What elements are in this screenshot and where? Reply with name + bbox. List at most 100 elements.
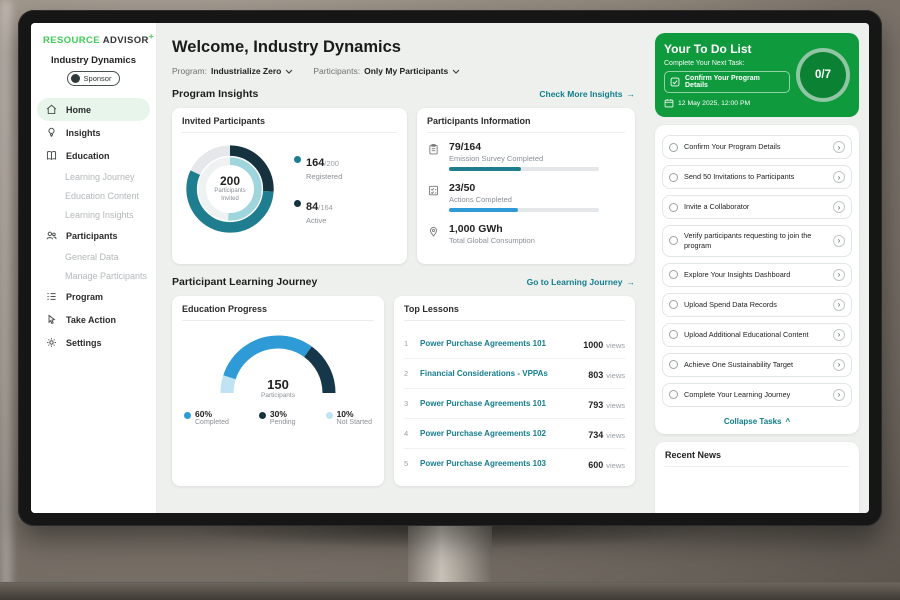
section-title-learning-journey: Participant Learning Journey	[172, 276, 317, 288]
todo-task[interactable]: Explore Your Insights Dashboard ›	[662, 263, 852, 287]
legend-dot-active	[294, 200, 301, 207]
progress-bar-fill	[449, 167, 521, 171]
sidebar-item-label: Learning Insights	[65, 210, 134, 220]
due-date: 12 May 2025, 12:00 PM	[678, 100, 750, 107]
chevron-right-icon[interactable]: ›	[833, 201, 845, 213]
sidebar-item-take-action[interactable]: Take Action	[31, 308, 156, 331]
todo-task[interactable]: Upload Spend Data Records ›	[662, 293, 852, 317]
lesson-row[interactable]: 4 Power Purchase Agreements 102 734views	[404, 419, 625, 449]
todo-task[interactable]: Upload Additional Educational Content ›	[662, 323, 852, 347]
lesson-rank: 4	[404, 429, 412, 438]
program-filter[interactable]: Program: Industrialize Zero	[172, 66, 293, 76]
chevron-right-icon[interactable]: ›	[833, 269, 845, 281]
chevron-right-icon[interactable]: ›	[833, 389, 845, 401]
donut-center-value: 200	[220, 174, 240, 188]
legend-not-started: 10% Not Started	[326, 409, 372, 426]
legend-completed: 60% Completed	[184, 409, 229, 426]
checkbox-icon[interactable]	[669, 300, 678, 309]
go-to-learning-journey-link[interactable]: Go to Learning Journey →	[527, 277, 635, 287]
card-title: Education Progress	[182, 304, 374, 321]
chevron-right-icon[interactable]: ›	[833, 141, 845, 153]
lesson-row[interactable]: 2 Financial Considerations - VPPAs 803vi…	[404, 359, 625, 389]
sponsor-badge: Sponsor	[67, 71, 121, 86]
checkbox-icon[interactable]	[669, 203, 678, 212]
calendar-icon	[664, 98, 674, 108]
legend-total: /164	[318, 203, 333, 212]
program-filter-label: Program:	[172, 66, 207, 76]
progress-bar	[449, 208, 599, 212]
lesson-link[interactable]: Power Purchase Agreements 102	[420, 429, 580, 438]
checkbox-icon[interactable]	[669, 360, 678, 369]
logo-plus: +	[149, 32, 154, 41]
checkbox-icon[interactable]	[669, 330, 678, 339]
todo-task[interactable]: Send 50 Invitations to Participants ›	[662, 165, 852, 189]
participants-filter-value: Only My Participants	[364, 66, 448, 76]
checkbox-icon[interactable]	[669, 390, 678, 399]
chevron-glyph: ›	[838, 270, 841, 279]
sidebar-item-insights[interactable]: Insights	[31, 121, 156, 144]
check-square-icon	[670, 77, 680, 87]
sidebar-item-settings[interactable]: Settings	[31, 331, 156, 354]
sidebar-item-program[interactable]: Program	[31, 285, 156, 308]
next-task-row[interactable]: Confirm Your Program Details	[664, 71, 790, 93]
todo-task[interactable]: Verify participants requesting to join t…	[662, 225, 852, 257]
todo-title: Your To Do List	[664, 42, 790, 56]
gauge-center-label: Participants	[213, 392, 343, 399]
lesson-row[interactable]: 1 Power Purchase Agreements 101 1000view…	[404, 329, 625, 359]
task-label: Upload Spend Data Records	[684, 300, 827, 310]
chevron-right-icon[interactable]: ›	[833, 171, 845, 183]
sidebar: RESOURCE ADVISOR+ Industry Dynamics Spon…	[31, 23, 157, 513]
todo-task[interactable]: Invite a Collaborator ›	[662, 195, 852, 219]
legend-label: Completed	[195, 419, 229, 426]
info-value: 1,000 GWh	[449, 223, 535, 235]
sidebar-item-participants[interactable]: Participants	[31, 224, 156, 247]
caret-up-icon: ^	[785, 417, 790, 426]
collapse-tasks-button[interactable]: Collapse Tasks ^	[662, 413, 852, 428]
page-title: Welcome, Industry Dynamics	[172, 38, 635, 57]
gauge-center-value: 150	[213, 377, 343, 392]
arrow-right-icon: →	[627, 277, 636, 287]
card-title: Top Lessons	[404, 304, 625, 321]
sidebar-item-label: Take Action	[66, 315, 116, 325]
education-progress-card: Education Progress 150 Participants	[172, 296, 384, 486]
chevron-right-icon[interactable]: ›	[833, 359, 845, 371]
checkbox-icon[interactable]	[669, 173, 678, 182]
participants-filter[interactable]: Participants: Only My Participants	[313, 66, 460, 76]
sidebar-item-home[interactable]: Home	[37, 98, 150, 121]
sidebar-item-learning-insights[interactable]: Learning Insights	[31, 205, 156, 224]
checkbox-icon[interactable]	[669, 270, 678, 279]
todo-task[interactable]: Confirm Your Program Details ›	[662, 135, 852, 159]
todo-task[interactable]: Complete Your Learning Journey ›	[662, 383, 852, 407]
desk-edge	[0, 582, 900, 600]
sidebar-item-education[interactable]: Education	[31, 144, 156, 167]
lesson-link[interactable]: Power Purchase Agreements 101	[420, 339, 575, 348]
info-label: Actions Completed	[449, 195, 599, 204]
chevron-right-icon[interactable]: ›	[833, 329, 845, 341]
lesson-views-label: views	[606, 371, 625, 380]
filters-row: Program: Industrialize Zero Participants…	[172, 66, 635, 76]
chevron-right-icon[interactable]: ›	[833, 299, 845, 311]
check-more-insights-link[interactable]: Check More Insights →	[539, 89, 635, 99]
top-lessons-card: Top Lessons 1 Power Purchase Agreements …	[394, 296, 635, 486]
lesson-link[interactable]: Power Purchase Agreements 103	[420, 459, 580, 468]
legend-pct: 30%	[270, 409, 296, 419]
progress-bar	[449, 167, 599, 171]
sidebar-item-manage-participants[interactable]: Manage Participants	[31, 266, 156, 285]
todo-task[interactable]: Achieve One Sustainability Target ›	[662, 353, 852, 377]
lesson-link[interactable]: Power Purchase Agreements 101	[420, 399, 580, 408]
lesson-link[interactable]: Financial Considerations - VPPAs	[420, 369, 580, 378]
lesson-row[interactable]: 3 Power Purchase Agreements 101 793views	[404, 389, 625, 419]
sidebar-item-label: Program	[66, 292, 103, 302]
people-icon	[45, 229, 59, 243]
checkbox-icon[interactable]	[669, 236, 678, 245]
sidebar-item-general-data[interactable]: General Data	[31, 247, 156, 266]
link-label: Go to Learning Journey	[527, 277, 623, 287]
chevron-right-icon[interactable]: ›	[833, 235, 845, 247]
legend-total: /200	[324, 159, 339, 168]
lesson-row[interactable]: 5 Power Purchase Agreements 103 600views	[404, 449, 625, 478]
info-value: 79/164	[449, 141, 599, 153]
checkbox-icon[interactable]	[669, 143, 678, 152]
chevron-glyph: ›	[838, 330, 841, 339]
sidebar-item-learning-journey[interactable]: Learning Journey	[31, 167, 156, 186]
sidebar-item-education-content[interactable]: Education Content	[31, 186, 156, 205]
